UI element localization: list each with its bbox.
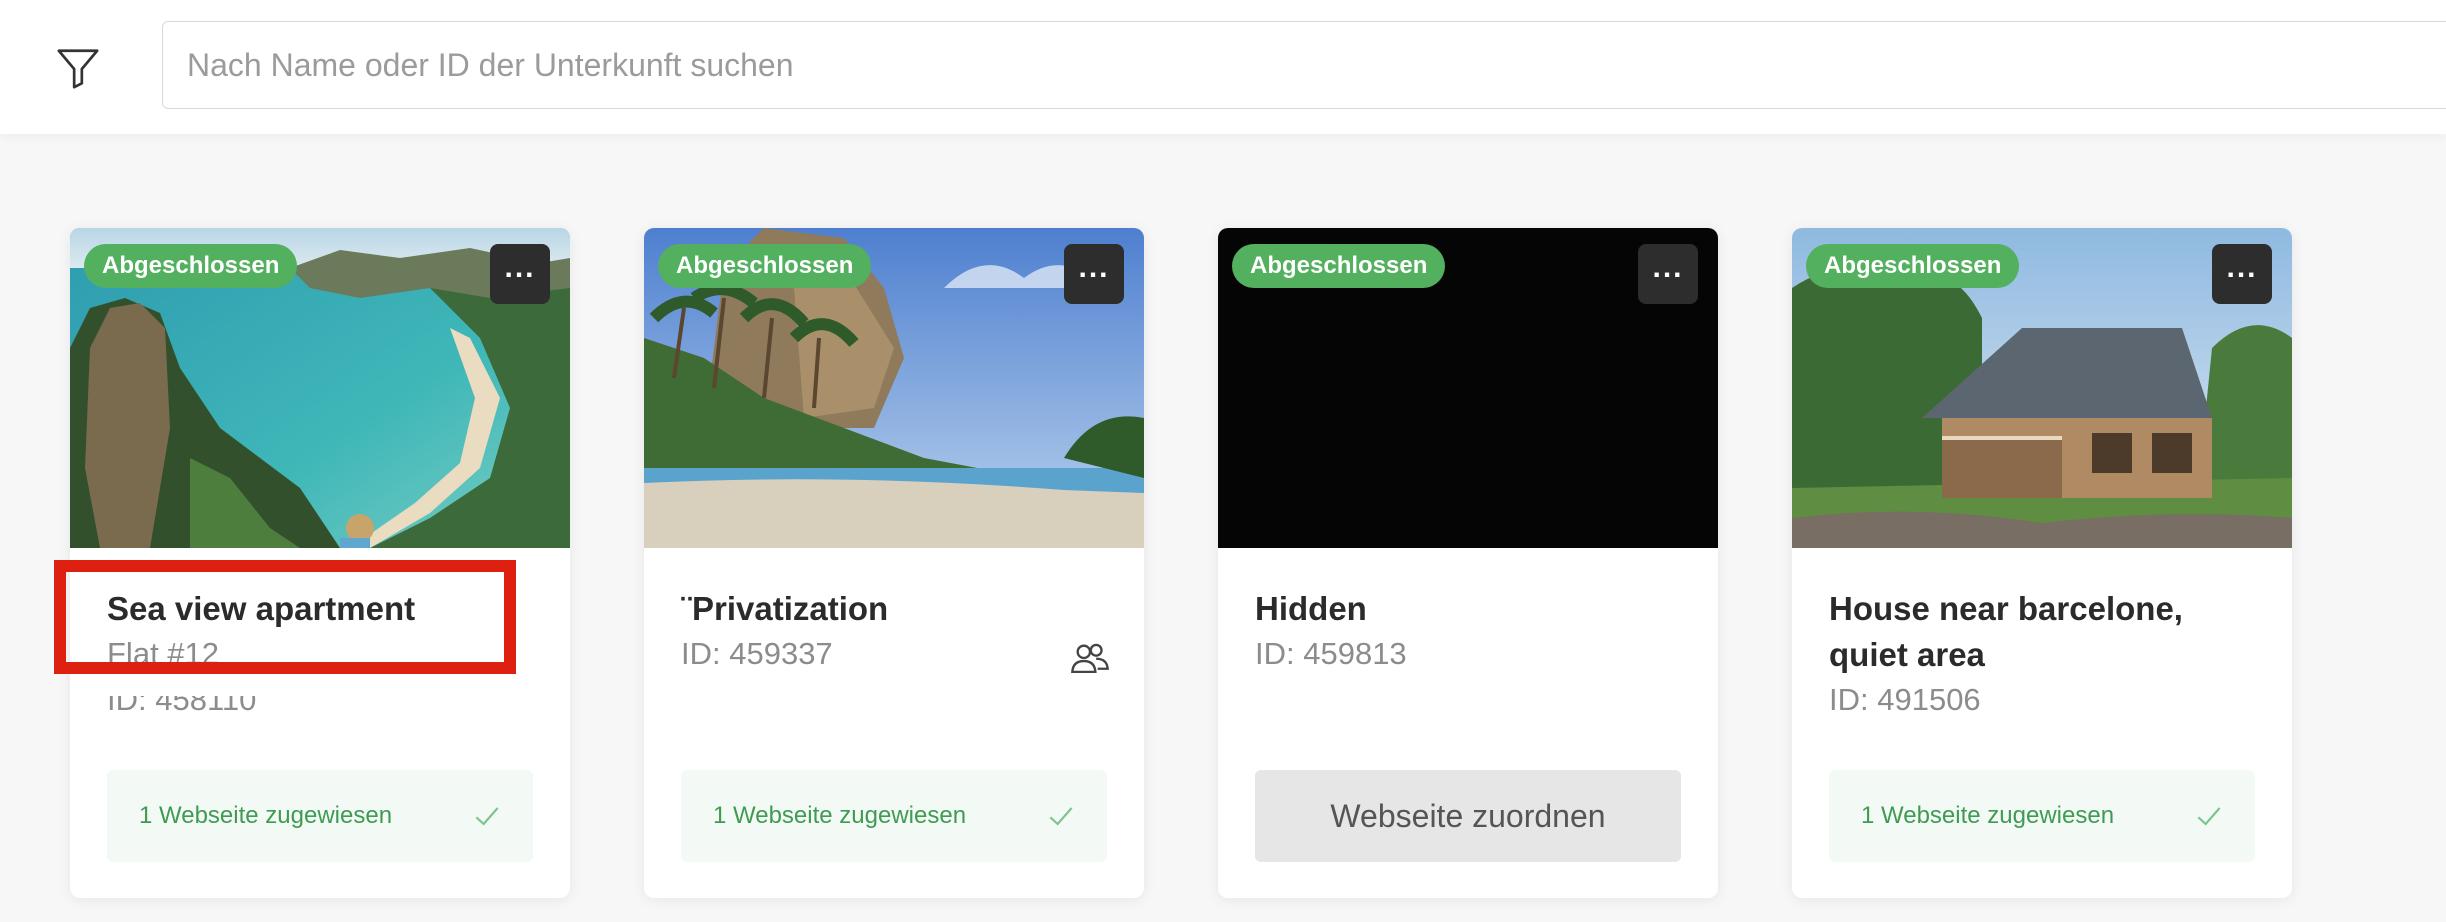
property-id: ID: 459813 xyxy=(1255,636,1407,671)
assigned-website-label: 1 Webseite zugewiesen xyxy=(713,802,967,829)
status-badge: Abgeschlossen xyxy=(658,244,872,288)
more-options-button[interactable]: ... xyxy=(2212,244,2272,304)
assign-website-button[interactable]: Webseite zuordnen xyxy=(1255,770,1681,862)
property-id: ID: 459337 xyxy=(681,636,833,671)
more-options-button[interactable]: ... xyxy=(490,244,550,304)
check-icon xyxy=(1049,807,1073,826)
assigned-website-status[interactable]: 1 Webseite zugewiesen xyxy=(107,770,533,862)
property-card[interactable]: Abgeschlossen ... ¨Privatization ID: 459… xyxy=(644,228,1144,898)
more-options-button[interactable]: ... xyxy=(1064,244,1124,304)
check-icon xyxy=(475,807,499,826)
assigned-website-label: 1 Webseite zugewiesen xyxy=(139,802,393,829)
assigned-website-status[interactable]: 1 Webseite zugewiesen xyxy=(1829,770,2255,862)
search-input[interactable] xyxy=(162,21,2446,109)
more-options-icon: ... xyxy=(2226,251,2258,284)
property-title: Hidden xyxy=(1255,590,1367,627)
assigned-website-label: 1 Webseite zugewiesen xyxy=(1861,802,2115,829)
check-icon xyxy=(2197,807,2221,826)
property-card[interactable]: Abgeschlossen ... Hidden ID: 459813 Webs… xyxy=(1218,228,1718,898)
property-title: ¨Privatization xyxy=(681,590,889,627)
status-badge: Abgeschlossen xyxy=(1232,244,1446,288)
filter-button[interactable] xyxy=(50,40,106,96)
top-bar xyxy=(0,0,2446,134)
more-options-icon: ... xyxy=(1652,251,1684,284)
status-badge: Abgeschlossen xyxy=(84,244,298,288)
more-options-icon: ... xyxy=(504,251,536,284)
property-id: ID: 491506 xyxy=(1829,682,1981,717)
filter-icon xyxy=(57,49,99,89)
status-badge: Abgeschlossen xyxy=(1806,244,2020,288)
assigned-website-status[interactable]: 1 Webseite zugewiesen xyxy=(681,770,1107,862)
users-icon xyxy=(1071,643,1109,673)
property-title: House near barcelone, quiet area xyxy=(1829,590,2183,673)
property-id: ID: 458110 xyxy=(107,682,257,717)
property-card[interactable]: Abgeschlossen ... House near barcelone, … xyxy=(1792,228,2292,898)
more-options-button[interactable]: ... xyxy=(1638,244,1698,304)
highlight-box xyxy=(54,560,516,674)
more-options-icon: ... xyxy=(1078,251,1110,284)
